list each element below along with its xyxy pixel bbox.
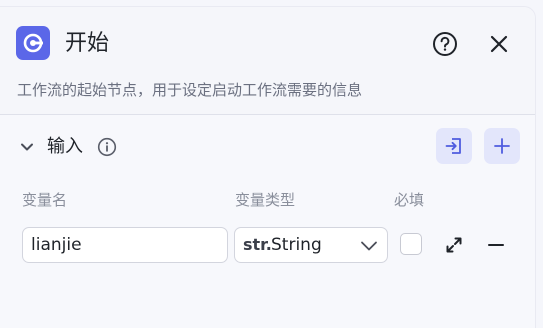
variable-type-select[interactable]: str. String: [234, 227, 388, 263]
type-value-label: String: [271, 235, 322, 255]
panel-header: 开始 工作流的起始节点，用于设定启动工作流需要的信息: [0, 7, 535, 115]
expand-icon: [446, 237, 462, 253]
page-title: 开始: [65, 31, 110, 56]
help-button[interactable]: [430, 29, 460, 59]
import-icon: [445, 138, 461, 154]
close-icon: [490, 35, 508, 53]
expand-row-button[interactable]: [442, 233, 466, 257]
chevron-down-icon: [359, 237, 379, 255]
section-title: 输入: [47, 136, 83, 157]
plus-icon: [494, 138, 510, 154]
import-button[interactable]: [436, 128, 472, 164]
start-node-icon: [16, 26, 50, 60]
inputs-section-header: 输入: [0, 128, 543, 168]
column-header-required: 必填: [394, 191, 425, 209]
column-header-name: 变量名: [22, 191, 68, 209]
question-circle-icon: [433, 32, 457, 56]
type-prefix-label: str.: [243, 235, 272, 254]
node-description: 工作流的起始节点，用于设定启动工作流需要的信息: [17, 81, 363, 99]
close-button[interactable]: [484, 29, 514, 59]
required-checkbox[interactable]: [400, 233, 422, 255]
info-circle-icon[interactable]: [96, 136, 118, 158]
add-variable-button[interactable]: [484, 128, 520, 164]
remove-row-button[interactable]: [484, 233, 508, 257]
chevron-down-icon: [21, 143, 33, 151]
column-header-type: 变量类型: [235, 191, 296, 209]
collapse-toggle[interactable]: [16, 136, 38, 158]
variable-name-input[interactable]: [22, 227, 228, 263]
minus-icon: [488, 244, 504, 246]
